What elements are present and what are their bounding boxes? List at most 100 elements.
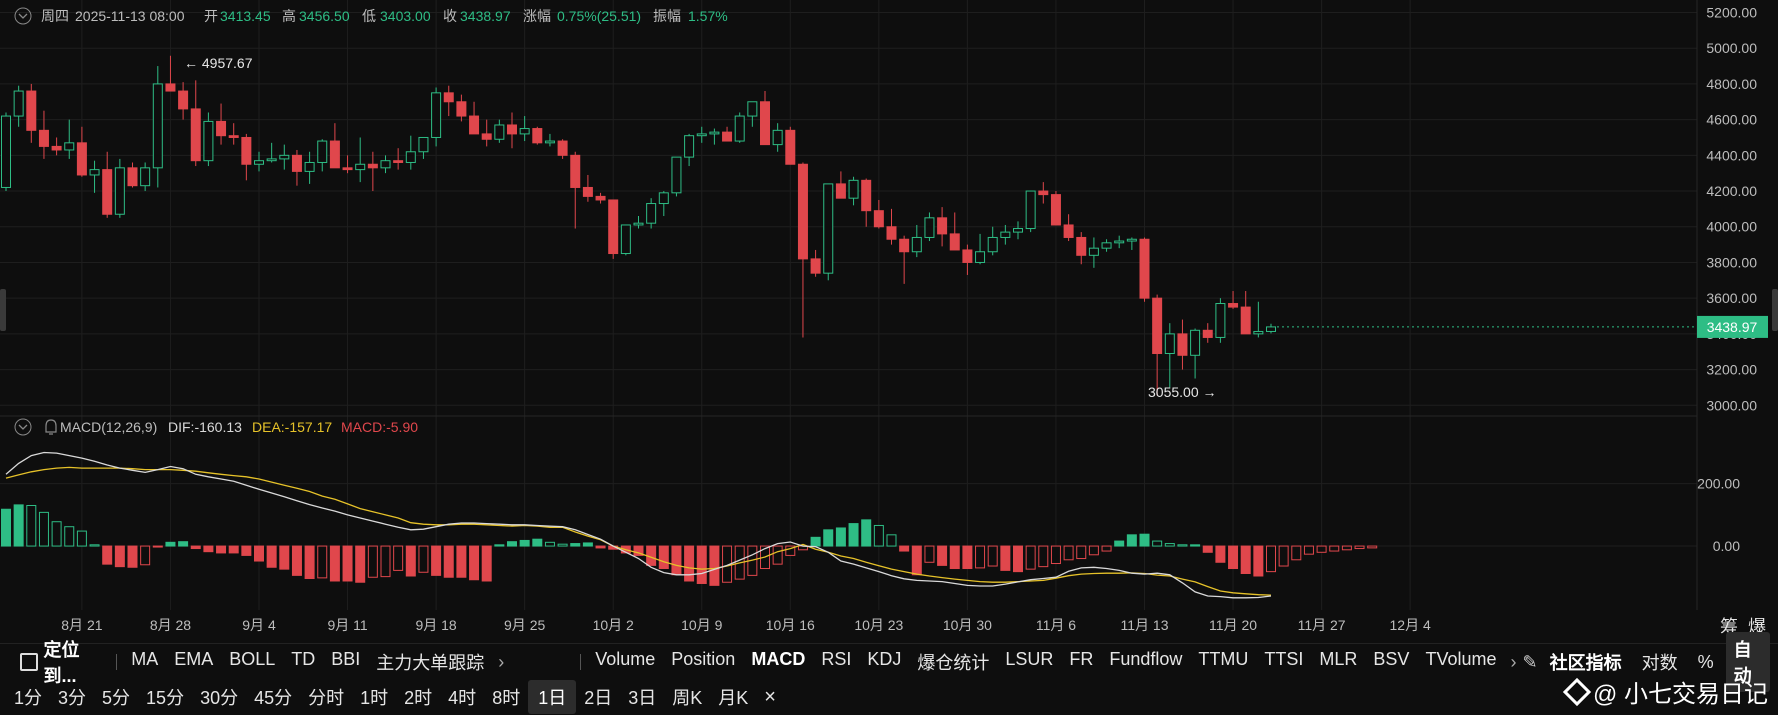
timeframe-item[interactable]: 2时 (396, 684, 440, 710)
community-indicators-button[interactable]: 社区指标 (1542, 649, 1630, 675)
percent-scale-button[interactable]: % (1690, 652, 1722, 673)
edit-icon[interactable]: ✎ (1523, 652, 1538, 673)
overlay-item[interactable]: EMA (166, 649, 221, 675)
candle-body (114, 167, 125, 215)
candle-body (1025, 190, 1036, 230)
macd-histogram-bar (873, 524, 884, 547)
left-pane-handle[interactable] (0, 289, 6, 331)
timeframe-item[interactable]: 月K (710, 684, 756, 710)
sub-indicator-item[interactable]: MLR (1311, 649, 1365, 675)
sub-indicator-item[interactable]: TTMU (1190, 649, 1256, 675)
overlay-item[interactable]: BOLL (221, 649, 283, 675)
timeframe-item[interactable]: 周K (664, 684, 710, 710)
candle-body (886, 226, 897, 240)
candle-body (1088, 247, 1099, 256)
candle-body (848, 179, 859, 199)
candle-body (810, 258, 821, 274)
open-label: 开 (204, 8, 218, 24)
candle-body (140, 167, 151, 187)
timeframe-item[interactable]: 分时 (300, 684, 352, 710)
sub-indicator-item[interactable]: KDJ (859, 649, 909, 675)
macd-histogram-bar (102, 545, 113, 565)
macd-histogram-bar (355, 545, 366, 583)
candle-body (13, 90, 24, 117)
timeframe-item[interactable]: 3日 (620, 684, 664, 710)
candle-body (456, 101, 467, 117)
candle-body (228, 135, 239, 138)
header-date: 2025-11-13 08:00 (75, 8, 185, 24)
overlay-item[interactable]: MA (123, 649, 166, 675)
candle-body (481, 133, 492, 140)
candle-body (760, 101, 770, 146)
timeframe-item[interactable]: 15分 (138, 684, 192, 710)
macd-histogram-bar (1354, 545, 1365, 550)
sub-indicator-item[interactable]: TTSI (1256, 649, 1311, 675)
candle-body (418, 136, 429, 153)
macd-histogram-bar (772, 545, 783, 565)
candle-body (507, 124, 517, 135)
macd-histogram-bar (279, 545, 290, 570)
sub-indicator-item[interactable]: RSI (813, 649, 859, 675)
macd-histogram-bar (861, 519, 872, 547)
candle-body (722, 131, 733, 142)
macd-histogram-bar (1266, 545, 1276, 573)
candle-body (1215, 303, 1226, 338)
candle-body (469, 115, 480, 135)
macd-histogram-bar (1, 508, 11, 547)
chevron-right-icon[interactable]: › (492, 652, 510, 673)
sub-indicator-item[interactable]: LSUR (997, 649, 1061, 675)
separator (116, 654, 118, 670)
timeframe-item[interactable]: 1日 (528, 680, 577, 714)
candle-body (317, 140, 328, 163)
timeframe-item[interactable]: 5分 (94, 684, 138, 710)
timeframe-item[interactable]: 4时 (440, 684, 484, 710)
amp-label: 振幅 (653, 8, 681, 24)
macd-histogram-bar (367, 545, 378, 578)
macd-histogram-bar (1329, 545, 1340, 552)
right-pane-handle[interactable] (1772, 289, 1778, 331)
sub-indicator-item[interactable]: Volume (587, 649, 663, 675)
timeframe-item[interactable]: 30分 (192, 684, 246, 710)
sub-indicator-item[interactable]: Position (663, 649, 743, 675)
sub-indicator-item[interactable]: FR (1061, 649, 1101, 675)
time-tick-label: 11月 27 (1298, 617, 1346, 633)
candle-body (1253, 330, 1264, 335)
macd-histogram-bar (557, 543, 568, 547)
candle-body (519, 128, 530, 135)
candle-body (532, 128, 543, 144)
candle-body (342, 167, 353, 171)
price-chart-area[interactable]: 3000.003200.003400.003600.003800.004000.… (0, 0, 1778, 643)
sub-indicator-item[interactable]: TVolume (1417, 649, 1504, 675)
candle-body (975, 251, 986, 263)
timeframe-item[interactable]: 1时 (352, 684, 396, 710)
candle-body (987, 236, 998, 253)
macd-histogram-bar (1278, 545, 1289, 567)
macd-histogram-bar (203, 545, 214, 553)
macd-value: MACD:-5.90 (341, 419, 418, 435)
overlay-item[interactable]: 主力大单跟踪 (368, 649, 492, 675)
macd-histogram-bar (342, 545, 353, 582)
close-icon[interactable]: × (756, 686, 784, 709)
candle-body (1164, 333, 1175, 355)
sub-indicator-item[interactable]: BSV (1365, 649, 1417, 675)
chevron-right-icon[interactable]: › (1505, 652, 1523, 673)
timeframe-item[interactable]: 1分 (6, 684, 50, 710)
sub-indicator-item[interactable]: MACD (743, 649, 813, 675)
timeframe-item[interactable]: 8时 (484, 684, 528, 710)
overlay-item[interactable]: BBI (323, 649, 368, 675)
macd-histogram-bar (696, 545, 707, 584)
macd-histogram-bar (937, 545, 948, 566)
candle-body (1063, 224, 1074, 238)
price-tick-label: 5000.00 (1706, 40, 1757, 56)
timeframe-toolbar: 1分 3分 5分 15分 30分 45分 分时 1时 2时 4时 8时 1日 2日 3日 周K 月K × (0, 679, 1778, 715)
log-scale-button[interactable]: 对数 (1634, 649, 1686, 675)
timeframe-item[interactable]: 3分 (50, 684, 94, 710)
macd-histogram-bar (152, 545, 163, 548)
overlay-item[interactable]: TD (283, 649, 323, 675)
sub-indicator-item[interactable]: 爆仓统计 (909, 649, 997, 675)
timeframe-list: 1分 3分 5分 15分 30分 45分 分时 1时 2时 4时 8时 1日 2日 3日 周K 月K (0, 680, 756, 714)
timeframe-item[interactable]: 2日 (576, 684, 620, 710)
sub-indicator-item[interactable]: Fundflow (1101, 649, 1190, 675)
timeframe-item[interactable]: 45分 (246, 684, 300, 710)
macd-histogram-bar (671, 545, 682, 576)
